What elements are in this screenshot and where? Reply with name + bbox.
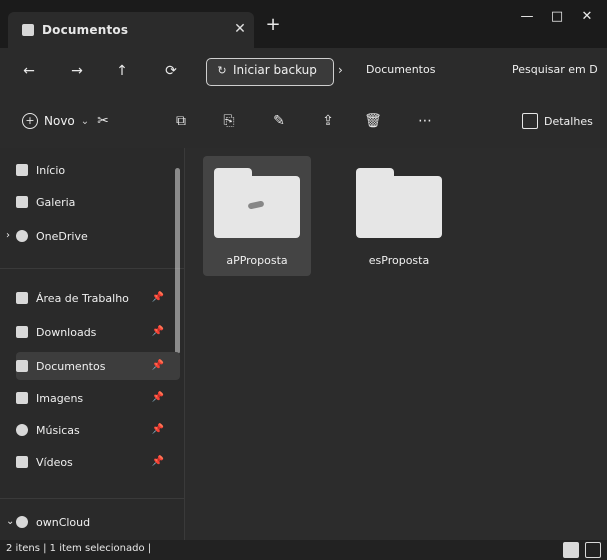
search-placeholder: Pesquisar em D	[512, 63, 598, 76]
address-bar: ← → ↑ ⟳ ↻ Iniciar backup › Documentos Pe…	[0, 48, 607, 94]
status-bar: 2 itens | 1 item selecionado |	[0, 540, 607, 560]
details-pane-icon	[522, 113, 538, 129]
sidebar-divider	[0, 268, 184, 269]
folder-icon	[214, 168, 300, 238]
videos-icon	[16, 456, 28, 468]
details-label: Detalhes	[544, 114, 593, 128]
home-icon	[16, 164, 28, 176]
new-label: Novo	[44, 114, 75, 128]
sidebar-item-videos[interactable]: Vídeos 📌	[16, 448, 180, 476]
cloud-icon	[16, 516, 28, 528]
file-name: esProposta	[368, 254, 430, 267]
sidebar-item-onedrive[interactable]: › OneDrive	[6, 222, 180, 250]
tab-title: Documentos	[42, 23, 129, 37]
paste-button[interactable]: ⎘	[218, 110, 240, 132]
cut-button[interactable]: ✂	[92, 110, 114, 132]
share-button[interactable]: ⇪	[317, 110, 339, 132]
sidebar-item-label: Imagens	[36, 391, 84, 405]
pin-icon[interactable]: 📌	[152, 360, 164, 371]
file-view: aPProposta esProposta	[185, 148, 607, 540]
sidebar-item-label: Downloads	[36, 325, 97, 339]
sidebar-item-label: Área de Trabalho	[36, 291, 129, 305]
delete-button[interactable]: 🗑	[362, 110, 384, 132]
backup-label: Iniciar backup	[233, 63, 317, 77]
download-icon	[16, 326, 28, 338]
tiles-view-button[interactable]	[585, 542, 601, 558]
paste-icon: ⎘	[223, 113, 235, 129]
rename-icon: ✎	[273, 113, 285, 129]
minimize-button[interactable]: —	[515, 0, 539, 34]
rename-button[interactable]: ✎	[268, 110, 290, 132]
sidebar-item-label: Início	[36, 163, 66, 177]
plus-circle-icon: +	[22, 113, 38, 129]
sidebar-divider	[0, 498, 184, 499]
details-button[interactable]: Detalhes	[522, 110, 593, 132]
file-item[interactable]: esProposta	[345, 156, 453, 276]
close-window-button[interactable]: ✕	[575, 0, 599, 34]
status-text: 2 itens | 1 item selecionado |	[6, 543, 152, 554]
documents-icon	[16, 360, 28, 372]
desktop-icon	[16, 292, 28, 304]
breadcrumb-current[interactable]: Documentos	[366, 63, 435, 76]
search-input[interactable]: Pesquisar em D	[506, 58, 607, 84]
gallery-icon	[16, 196, 28, 208]
more-icon: ⋯	[418, 113, 432, 129]
share-icon: ⇪	[322, 113, 334, 129]
window-titlebar: Documentos ✕ + — □ ✕	[0, 0, 607, 48]
sidebar-item-area-de-trabalho[interactable]: Área de Trabalho 📌	[16, 284, 180, 312]
pin-icon[interactable]: 📌	[152, 326, 164, 337]
navigation-pane: Início Galeria › OneDrive Área de Trabal…	[0, 148, 185, 540]
backup-pill[interactable]: ↻ Iniciar backup	[206, 58, 334, 86]
copy-icon: ⧉	[176, 113, 186, 129]
chevron-right-icon[interactable]: ›	[6, 230, 10, 241]
tab-close-button[interactable]: ✕	[230, 19, 250, 39]
trash-icon: 🗑	[364, 113, 382, 129]
folder-icon	[22, 24, 34, 36]
backup-icon: ↻	[217, 64, 227, 77]
sidebar-item-galeria[interactable]: Galeria	[16, 188, 180, 216]
sidebar-item-label: Galeria	[36, 195, 76, 209]
copy-button[interactable]: ⧉	[170, 110, 192, 132]
file-item[interactable]: aPProposta	[203, 156, 311, 276]
view-toggle	[563, 542, 601, 558]
window-controls: — □ ✕	[515, 0, 607, 34]
sidebar-item-label: Vídeos	[36, 455, 73, 469]
tab-documentos[interactable]: Documentos ✕	[8, 12, 254, 48]
pin-icon[interactable]: 📌	[152, 292, 164, 303]
sidebar-item-label: OneDrive	[36, 229, 88, 243]
sidebar-item-documentos[interactable]: Documentos 📌	[16, 352, 180, 380]
command-bar: + Novo ⌄ ✂ ⧉ ⎘ ✎ ⇪ 🗑 ⋯ Detalhes	[0, 94, 607, 149]
pin-icon[interactable]: 📌	[152, 456, 164, 467]
folder-icon	[356, 168, 442, 238]
back-button[interactable]: ←	[18, 60, 40, 82]
maximize-button[interactable]: □	[545, 0, 569, 34]
sidebar-item-downloads[interactable]: Downloads 📌	[16, 318, 180, 346]
forward-button[interactable]: →	[66, 60, 88, 82]
chevron-down-icon[interactable]: ⌄	[6, 516, 14, 527]
more-button[interactable]: ⋯	[414, 110, 436, 132]
sidebar-item-musicas[interactable]: Músicas 📌	[16, 416, 180, 444]
cloud-icon	[16, 230, 28, 242]
new-tab-button[interactable]: +	[262, 14, 284, 36]
sidebar-item-label: Músicas	[36, 423, 80, 437]
sidebar-item-label: Documentos	[36, 359, 106, 373]
refresh-button[interactable]: ⟳	[160, 60, 182, 82]
sidebar-item-label: ownCloud	[36, 515, 91, 529]
chevron-down-icon: ⌄	[80, 115, 90, 127]
up-button[interactable]: ↑	[111, 60, 133, 82]
music-icon	[16, 424, 28, 436]
pin-icon[interactable]: 📌	[152, 424, 164, 435]
scissors-icon: ✂	[97, 113, 109, 129]
pin-icon[interactable]: 📌	[152, 392, 164, 403]
file-name: aPProposta	[226, 254, 288, 267]
new-button[interactable]: + Novo ⌄	[22, 110, 89, 132]
sidebar-item-inicio[interactable]: Início	[16, 156, 180, 184]
details-view-button[interactable]	[563, 542, 579, 558]
images-icon	[16, 392, 28, 404]
sidebar-item-imagens[interactable]: Imagens 📌	[16, 384, 180, 412]
sidebar-item-owncloud[interactable]: ⌄ ownCloud	[6, 508, 180, 536]
breadcrumb-separator: ›	[338, 63, 343, 77]
